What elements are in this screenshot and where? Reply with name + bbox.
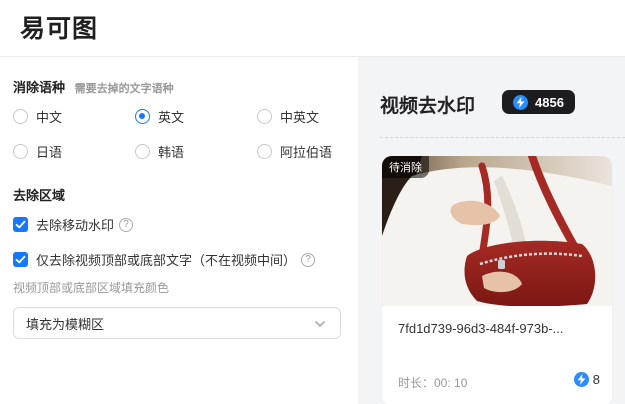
settings-panel: 消除语种 需要去掉的文字语种 中文 英文 中英文 日语 韩语 阿拉伯语 去除区域…	[0, 57, 358, 404]
task-filename: 7fd1d739-96d3-484f-973b-...	[398, 321, 564, 336]
checkbox-checked-icon	[13, 217, 28, 232]
radio-icon	[257, 109, 272, 124]
radio-chinese-english[interactable]: 中英文	[257, 107, 319, 126]
task-panel: 视频去水印 4856 待消除 7fd1d739-96d3-484f-973b-.…	[358, 57, 625, 404]
radio-label: 中文	[36, 110, 63, 125]
radio-chinese[interactable]: 中文	[13, 107, 62, 126]
fill-color-label: 视频顶部或底部区域填充颜色	[13, 281, 170, 295]
radio-label: 韩语	[158, 145, 185, 160]
checkbox-label: 去除移动水印	[36, 218, 115, 233]
fill-mode-value: 填充为模糊区	[26, 316, 105, 332]
checkbox-label: 仅去除视频顶部或底部文字（不在视频中间）	[36, 253, 297, 268]
radio-icon	[135, 144, 150, 159]
language-hint: 需要去掉的文字语种	[74, 83, 174, 95]
status-tag: 待消除	[382, 156, 429, 178]
checkbox-remove-moving-watermark[interactable]: 去除移动水印 ?	[13, 215, 134, 234]
points-value: 4856	[535, 94, 564, 110]
radio-english[interactable]: 英文	[135, 107, 184, 126]
lightning-icon	[513, 94, 528, 110]
task-duration: 时长：00: 10	[398, 376, 468, 390]
radio-selected-icon	[135, 109, 150, 124]
radio-label: 阿拉伯语	[280, 145, 333, 160]
brand-logo[interactable]: 易可图	[20, 9, 98, 45]
radio-label: 中英文	[280, 110, 320, 125]
video-thumbnail: 待消除	[382, 156, 612, 306]
task-cost-value: 8	[592, 372, 600, 387]
radio-icon	[13, 144, 28, 159]
radio-label: 日语	[36, 145, 63, 160]
area-section-title: 去除区域	[13, 188, 66, 203]
lightning-icon	[573, 372, 589, 387]
divider	[380, 137, 625, 138]
radio-japanese[interactable]: 日语	[13, 142, 62, 161]
help-icon[interactable]: ?	[119, 217, 134, 232]
radio-icon	[257, 144, 272, 159]
fill-mode-select[interactable]: 填充为模糊区	[13, 307, 341, 339]
radio-label: 英文	[158, 110, 185, 125]
language-section-title: 消除语种 需要去掉的文字语种	[13, 77, 174, 96]
chevron-down-icon	[315, 321, 325, 327]
points-badge[interactable]: 4856	[502, 90, 575, 114]
checkbox-checked-icon	[13, 252, 28, 267]
checkbox-top-bottom-only[interactable]: 仅去除视频顶部或底部文字（不在视频中间） ?	[13, 250, 316, 269]
help-icon[interactable]: ?	[301, 252, 316, 267]
radio-arabic[interactable]: 阿拉伯语	[257, 142, 332, 161]
panel-title: 视频去水印	[380, 96, 476, 117]
top-bar: 易可图	[0, 0, 625, 57]
task-card[interactable]: 待消除 7fd1d739-96d3-484f-973b-... 时长：00: 1…	[382, 156, 612, 404]
radio-icon	[13, 109, 28, 124]
language-title-text: 消除语种	[13, 80, 66, 95]
radio-korean[interactable]: 韩语	[135, 142, 184, 161]
task-cost: 8	[573, 372, 600, 387]
